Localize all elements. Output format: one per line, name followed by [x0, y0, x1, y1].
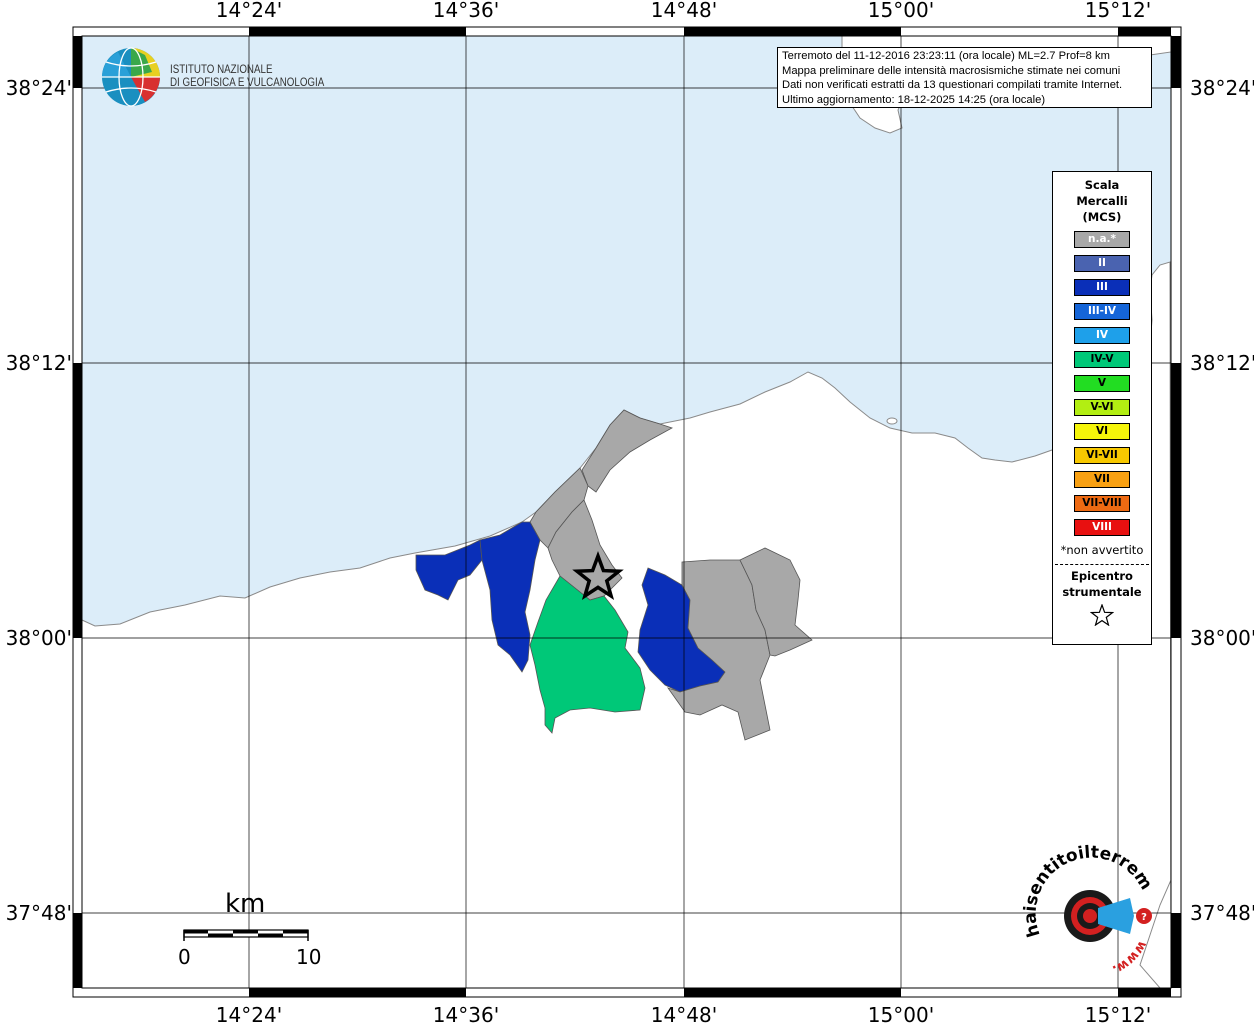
lon-label-bottom-1: 14°24'	[216, 1003, 282, 1024]
lon-label-bottom-3: 14°48'	[651, 1003, 717, 1024]
scalebar-start-label: 0	[178, 945, 191, 969]
legend-item-8: VI	[1074, 423, 1130, 440]
event-info-box: Terremoto del 11-12-2016 23:23:11 (ora l…	[777, 47, 1152, 108]
lon-label-top-3: 14°48'	[651, 0, 717, 22]
legend-item-2: III	[1074, 279, 1130, 296]
legend-title-line-1: Scala	[1084, 178, 1120, 192]
legend-item-1: II	[1074, 255, 1130, 272]
legend-item-9: VI-VII	[1074, 447, 1130, 464]
legend-item-5: IV-V	[1074, 351, 1130, 368]
lon-label-bottom-2: 14°36'	[433, 1003, 499, 1024]
lat-label-left-3: 38°00'	[6, 626, 72, 650]
info-line-4: Ultimo aggiornamento: 18-12-2025 14:25 (…	[782, 93, 1046, 106]
lon-label-top-4: 15°00'	[868, 0, 934, 22]
legend-note: *non avvertito	[1060, 543, 1144, 557]
logo-line-1: ISTITUTO NAZIONALE	[170, 64, 273, 76]
lat-label-right-2: 38°12'	[1190, 351, 1254, 375]
lon-label-top-2: 14°36'	[433, 0, 499, 22]
info-line-1: Terremoto del 11-12-2016 23:23:11 (ora l…	[782, 50, 1110, 62]
scalebar-title: km	[225, 889, 266, 919]
islet	[886, 417, 898, 425]
legend-epicenter-line-2: strumentale	[1062, 585, 1142, 599]
ingv-globe-icon	[102, 47, 160, 107]
lat-label-left-1: 38°24'	[6, 76, 72, 100]
lat-label-left-2: 38°12'	[6, 351, 72, 375]
svg-text:?: ?	[1141, 912, 1147, 923]
legend-item-0: n.a.*	[1074, 231, 1130, 248]
lon-label-bottom-4: 15°00'	[868, 1003, 934, 1024]
legend-title: Scala Mercalli (MCS)	[1053, 177, 1151, 225]
legend-title-line-2: Mercalli	[1076, 194, 1128, 208]
ingv-logo-text: ISTITUTO NAZIONALE DI GEOFISICA E VULCAN…	[170, 64, 324, 90]
star-outline-icon	[1090, 604, 1114, 626]
scalebar-end-label: 10	[296, 945, 322, 969]
lat-label-right-3: 38°00'	[1190, 626, 1254, 650]
legend-item-7: V-VI	[1074, 399, 1130, 416]
legend-epicenter-label: Epicentro strumentale	[1053, 568, 1151, 600]
legend-separator	[1055, 564, 1149, 565]
legend-item-4: IV	[1074, 327, 1130, 344]
lat-label-right-1: 38°24'	[1190, 76, 1254, 100]
lon-label-top-5: 15°12'	[1085, 0, 1151, 22]
legend-item-11: VII-VIII	[1074, 495, 1130, 512]
legend-item-3: III-IV	[1074, 303, 1130, 320]
lat-label-left-4: 37°48'	[6, 901, 72, 925]
legend-epicenter-line-1: Epicentro	[1071, 569, 1133, 583]
legend-title-line-3: (MCS)	[1082, 210, 1122, 224]
legend-item-6: V	[1074, 375, 1130, 392]
legend-items: n.a.* II III III-IV IV IV-V V V-VI VI VI-VII VII VI…	[1053, 231, 1151, 536]
legend-item-10: VII	[1074, 471, 1130, 488]
intensity-legend: Scala Mercalli (MCS) n.a.* II III III-IV IV I…	[1052, 171, 1152, 645]
legend-item-12: VIII	[1074, 519, 1130, 536]
lon-label-top-1: 14°24'	[216, 0, 282, 22]
lon-label-bottom-5: 15°12'	[1085, 1003, 1151, 1024]
info-line-3: Dati non verificati estratti da 13 quest…	[782, 79, 1123, 92]
logo-line-2: DI GEOFISICA E VULCANOLOGIA	[170, 77, 325, 89]
info-line-2: Mappa preliminare delle intensità macros…	[782, 64, 1121, 77]
lat-label-right-4: 37°48'	[1190, 901, 1254, 925]
